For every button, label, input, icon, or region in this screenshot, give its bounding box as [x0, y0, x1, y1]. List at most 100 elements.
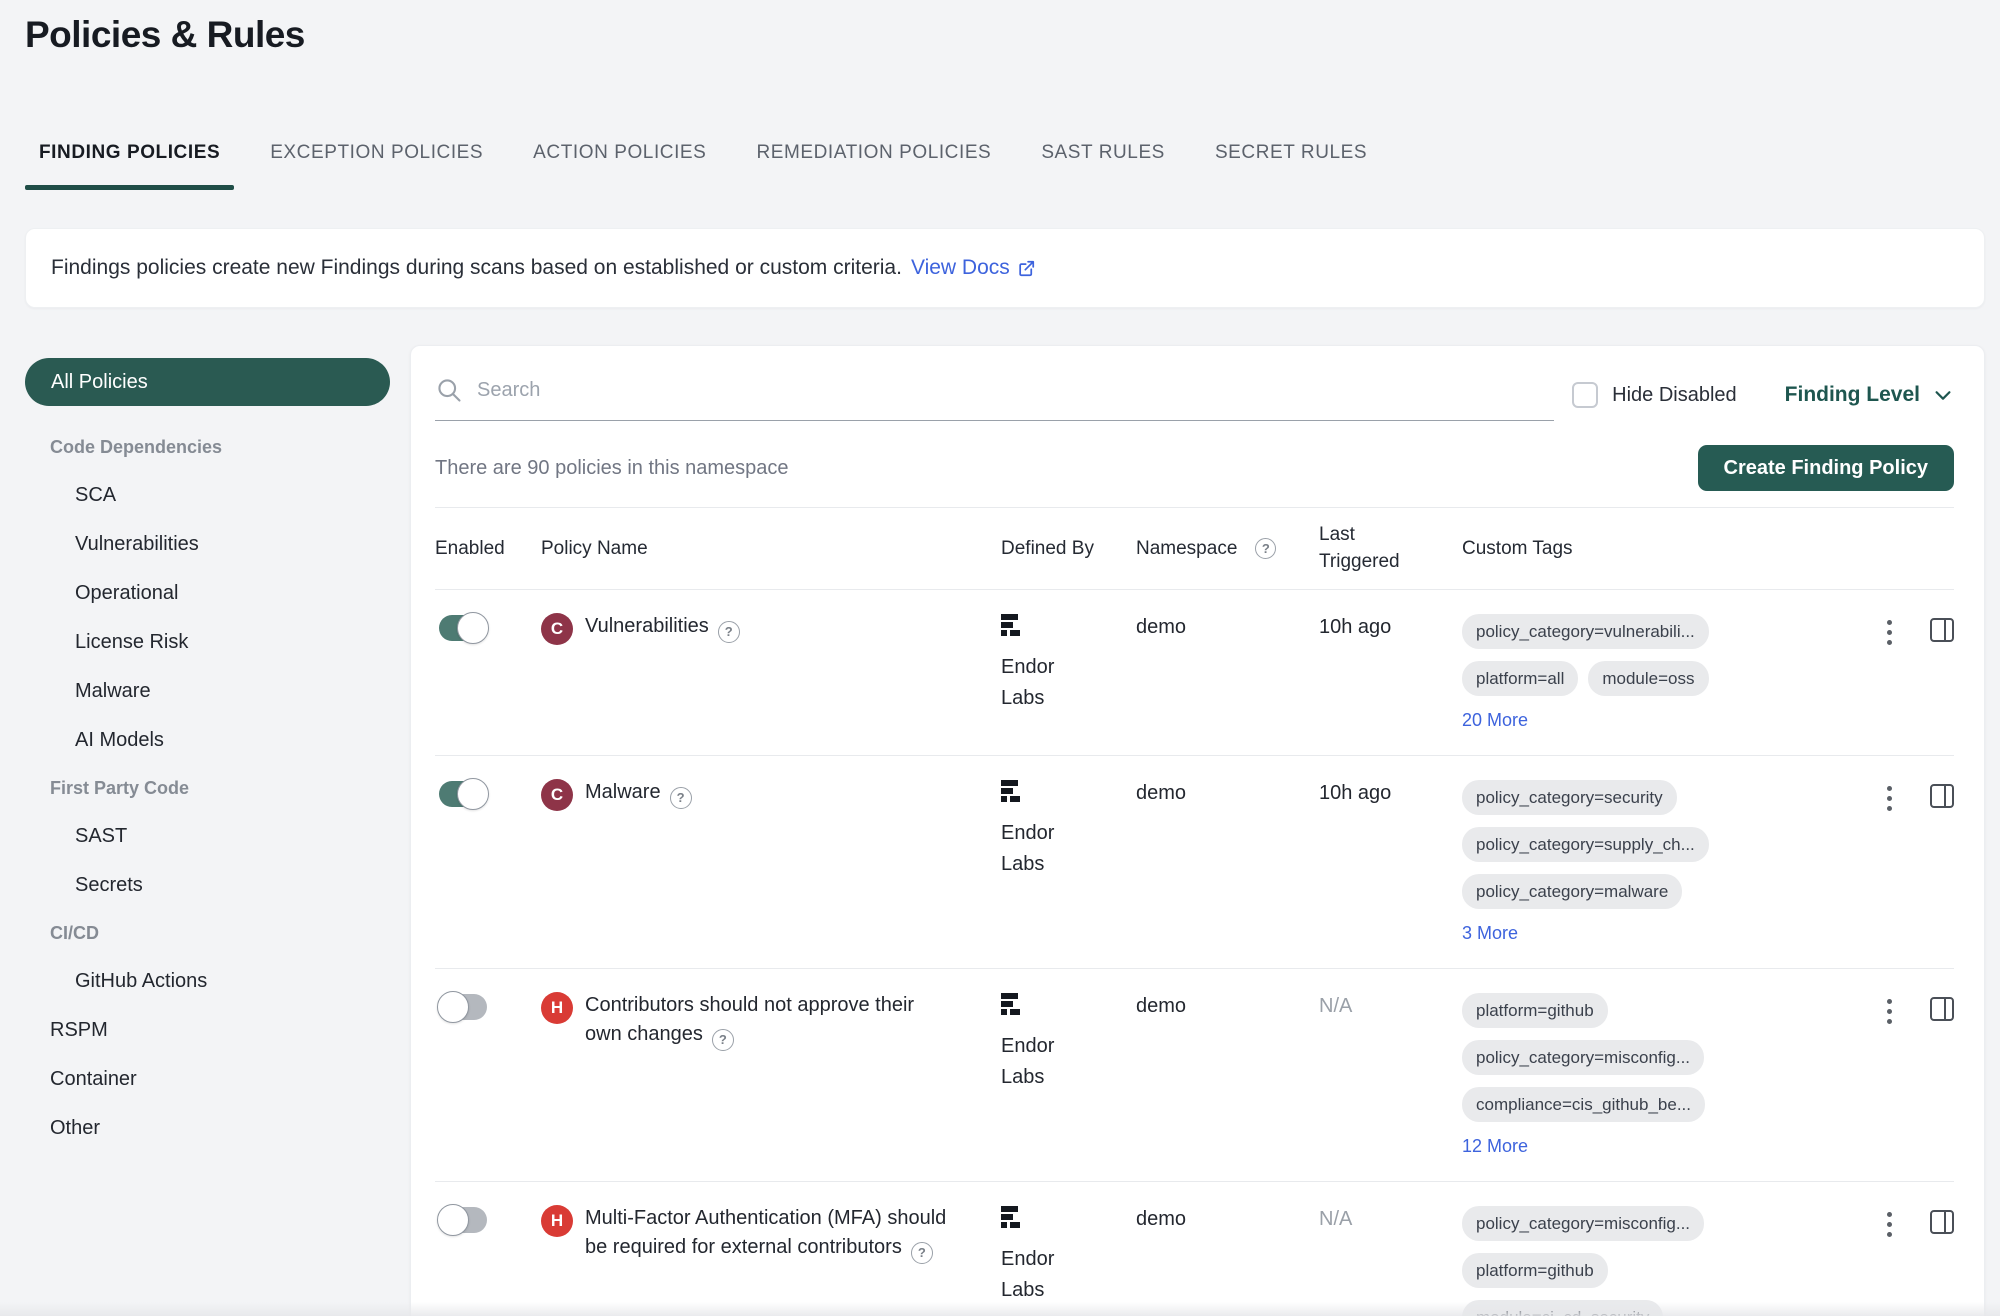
- tab-finding-policies[interactable]: FINDING POLICIES: [25, 124, 234, 190]
- namespace-value: demo: [1136, 778, 1319, 805]
- last-triggered-value: N/A: [1319, 991, 1462, 1018]
- row-menu-kebab-icon[interactable]: [1883, 784, 1896, 813]
- policy-name[interactable]: Multi-Factor Authentication (MFA) should…: [585, 1207, 946, 1258]
- sidebar-section-first-party-code: First Party Code: [25, 765, 390, 812]
- sidebar-item-container[interactable]: Container: [25, 1055, 390, 1104]
- namespace-header-label: Namespace: [1136, 538, 1237, 560]
- hide-disabled-label[interactable]: Hide Disabled: [1612, 384, 1737, 407]
- policies-rules-screen: Policies & Rules FINDING POLICIES EXCEPT…: [0, 0, 2000, 1316]
- sidebar-item-github-actions[interactable]: GitHub Actions: [25, 957, 390, 1006]
- hide-disabled-checkbox[interactable]: [1572, 382, 1598, 408]
- banner-text: Findings policies create new Findings du…: [51, 256, 902, 280]
- search-input[interactable]: [477, 379, 1554, 402]
- count-row: There are 90 policies in this namespace …: [435, 445, 1954, 491]
- table-row: C Malware Endor Labs demo 10h ago policy…: [435, 756, 1954, 969]
- chevron-down-icon: [1932, 384, 1954, 406]
- table-row: C Vulnerabilities Endor Labs demo 10h ag…: [435, 590, 1954, 756]
- namespace-value: demo: [1136, 991, 1319, 1018]
- tab-sast-rules[interactable]: SAST RULES: [1027, 124, 1179, 190]
- custom-tag: platform=github: [1462, 993, 1608, 1028]
- open-side-panel-icon[interactable]: [1930, 618, 1954, 642]
- severity-badge-critical: C: [541, 613, 573, 645]
- endor-labs-logo-icon: [1001, 1206, 1023, 1232]
- policy-name[interactable]: Contributors should not approve their ow…: [585, 994, 914, 1045]
- more-tags-link[interactable]: 12 More: [1462, 1136, 1528, 1157]
- col-header-defined-by: Defined By: [1001, 538, 1136, 560]
- sidebar-item-other[interactable]: Other: [25, 1104, 390, 1153]
- view-docs-link[interactable]: View Docs: [911, 256, 1036, 280]
- sidebar-item-vulnerabilities[interactable]: Vulnerabilities: [25, 520, 390, 569]
- defined-by-value: Endor Labs: [1001, 1031, 1073, 1093]
- col-header-last-triggered: Last Triggered: [1319, 522, 1415, 575]
- open-side-panel-icon[interactable]: [1930, 1210, 1954, 1234]
- sidebar-item-sast[interactable]: SAST: [25, 812, 390, 861]
- custom-tag: compliance=cis_github_be...: [1462, 1087, 1705, 1122]
- col-header-policy-name: Policy Name: [541, 538, 1001, 560]
- policy-help-icon[interactable]: [712, 1029, 734, 1051]
- defined-by-value: Endor Labs: [1001, 1244, 1073, 1306]
- tab-exception-policies[interactable]: EXCEPTION POLICIES: [256, 124, 497, 190]
- namespace-help-icon[interactable]: [1255, 538, 1276, 559]
- sidebar-item-rspm[interactable]: RSPM: [25, 1006, 390, 1055]
- toolbar-right: Hide Disabled Finding Level: [1572, 376, 1954, 414]
- tab-bar: FINDING POLICIES EXCEPTION POLICIES ACTI…: [25, 124, 1381, 190]
- tab-secret-rules[interactable]: SECRET RULES: [1201, 124, 1381, 190]
- policy-name[interactable]: Malware: [585, 781, 661, 803]
- custom-tag: policy_category=security: [1462, 780, 1677, 815]
- view-docs-label: View Docs: [911, 256, 1010, 280]
- custom-tag: policy_category=misconfig...: [1462, 1040, 1704, 1075]
- external-link-icon: [1017, 259, 1036, 278]
- custom-tag: module=oss: [1588, 661, 1708, 696]
- more-tags-link[interactable]: 3 More: [1462, 923, 1518, 944]
- severity-badge-critical: C: [541, 779, 573, 811]
- custom-tag: policy_category=vulnerabili...: [1462, 614, 1709, 649]
- enabled-toggle-on[interactable]: [439, 615, 487, 641]
- sidebar-item-sca[interactable]: SCA: [25, 471, 390, 520]
- last-triggered-value: 10h ago: [1319, 778, 1462, 805]
- sidebar-section-ci-cd: CI/CD: [25, 910, 390, 957]
- policy-help-icon[interactable]: [911, 1242, 933, 1264]
- sidebar-item-secrets[interactable]: Secrets: [25, 861, 390, 910]
- sidebar-section-code-dependencies: Code Dependencies: [25, 424, 390, 471]
- more-tags-link[interactable]: 20 More: [1462, 710, 1528, 731]
- row-menu-kebab-icon[interactable]: [1883, 997, 1896, 1026]
- policy-help-icon[interactable]: [670, 787, 692, 809]
- sidebar-item-operational[interactable]: Operational: [25, 569, 390, 618]
- search-icon: [435, 376, 463, 404]
- finding-level-dropdown[interactable]: Finding Level: [1785, 383, 1954, 407]
- custom-tag: platform=github: [1462, 1253, 1608, 1288]
- sidebar-item-all-policies[interactable]: All Policies: [25, 358, 390, 406]
- custom-tag: policy_category=supply_ch...: [1462, 827, 1709, 862]
- policy-help-icon[interactable]: [718, 621, 740, 643]
- defined-by-value: Endor Labs: [1001, 818, 1073, 880]
- table-row: H Contributors should not approve their …: [435, 969, 1954, 1182]
- last-triggered-value: N/A: [1319, 1204, 1462, 1231]
- page-title: Policies & Rules: [25, 14, 305, 56]
- policies-table: Enabled Policy Name Defined By Namespace…: [435, 507, 1954, 1316]
- open-side-panel-icon[interactable]: [1930, 784, 1954, 808]
- search-row: Hide Disabled Finding Level: [435, 376, 1954, 421]
- create-finding-policy-button[interactable]: Create Finding Policy: [1698, 445, 1954, 491]
- endor-labs-logo-icon: [1001, 614, 1023, 640]
- sidebar-item-malware[interactable]: Malware: [25, 667, 390, 716]
- row-menu-kebab-icon[interactable]: [1883, 618, 1896, 647]
- open-side-panel-icon[interactable]: [1930, 997, 1954, 1021]
- tab-action-policies[interactable]: ACTION POLICIES: [519, 124, 720, 190]
- severity-badge-high: H: [541, 992, 573, 1024]
- enabled-toggle-off[interactable]: [439, 994, 487, 1020]
- sidebar-item-license-risk[interactable]: License Risk: [25, 618, 390, 667]
- enabled-toggle-off[interactable]: [439, 1207, 487, 1233]
- custom-tag: policy_category=malware: [1462, 874, 1682, 909]
- policy-name[interactable]: Vulnerabilities: [585, 615, 709, 637]
- enabled-toggle-on[interactable]: [439, 781, 487, 807]
- info-banner: Findings policies create new Findings du…: [25, 228, 1985, 308]
- search-field: [435, 376, 1554, 421]
- category-sidebar: All Policies Code Dependencies SCA Vulne…: [25, 358, 390, 1153]
- col-header-namespace: Namespace: [1136, 538, 1319, 560]
- custom-tag: policy_category=misconfig...: [1462, 1206, 1704, 1241]
- sidebar-item-ai-models[interactable]: AI Models: [25, 716, 390, 765]
- namespace-value: demo: [1136, 612, 1319, 639]
- custom-tag: module=ci_cd_security: [1462, 1300, 1663, 1316]
- tab-remediation-policies[interactable]: REMEDIATION POLICIES: [742, 124, 1005, 190]
- row-menu-kebab-icon[interactable]: [1883, 1210, 1896, 1239]
